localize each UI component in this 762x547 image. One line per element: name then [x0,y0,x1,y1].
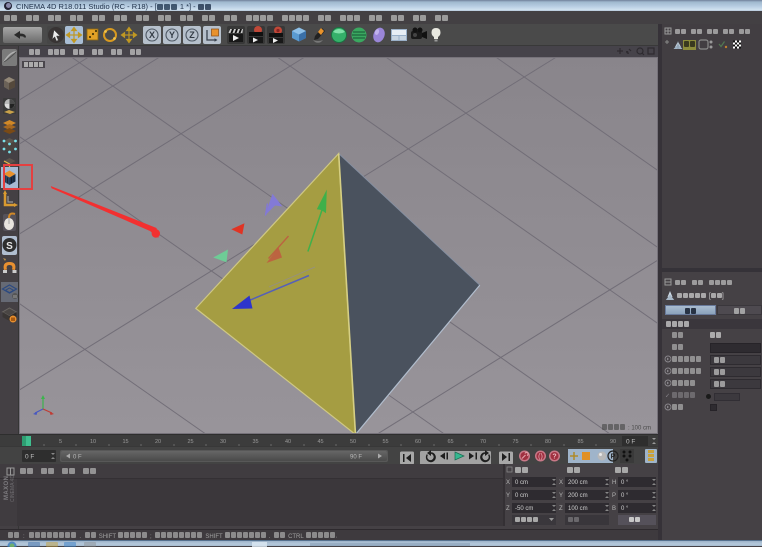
svg-text:0 °: 0 ° [621,506,629,512]
svg-text:90 F: 90 F [350,455,362,461]
svg-text:65: 65 [447,439,453,445]
svg-text:P: P [611,454,616,461]
svg-text:S: S [6,241,13,252]
svg-text:0 F: 0 F [73,455,82,461]
svg-text:0 °: 0 ° [621,493,629,499]
svg-text:15: 15 [122,439,128,445]
svg-text:0 °: 0 ° [621,480,629,486]
svg-text:40: 40 [285,439,291,445]
svg-text:0 cm: 0 cm [515,480,528,486]
svg-text:H: H [612,480,616,486]
svg-text:90: 90 [610,439,616,445]
svg-text:B: B [612,506,616,512]
svg-text:50: 50 [350,439,356,445]
svg-text:X: X [149,30,155,40]
svg-text:P: P [612,493,616,499]
svg-text:60: 60 [415,439,421,445]
svg-text:(): () [538,454,543,461]
svg-text:0 F: 0 F [25,454,34,461]
svg-text:Y: Y [559,493,563,499]
svg-text:-50 cm: -50 cm [515,506,533,512]
svg-text:75: 75 [512,439,518,445]
svg-text:70: 70 [480,439,486,445]
svg-text:X: X [559,480,563,486]
svg-text:Z: Z [506,506,510,512]
svg-text:80: 80 [545,439,551,445]
svg-text:35: 35 [252,439,258,445]
svg-text:0 F: 0 F [626,439,635,446]
svg-text:Y: Y [169,30,175,40]
svg-text:Y: Y [506,493,510,499]
svg-text:25: 25 [187,439,193,445]
svg-text:Z: Z [559,506,563,512]
svg-text:200 cm: 200 cm [568,493,588,499]
svg-text:X: X [506,480,510,486]
svg-text:200 cm: 200 cm [568,480,588,486]
svg-text:85: 85 [577,439,583,445]
svg-text:Z: Z [189,30,195,40]
svg-text:45: 45 [317,439,323,445]
svg-text:?: ? [552,454,556,461]
svg-text:55: 55 [382,439,388,445]
svg-text:30: 30 [220,439,226,445]
svg-text:100 cm: 100 cm [568,506,588,512]
svg-text:0 cm: 0 cm [515,493,528,499]
svg-text:20: 20 [155,439,161,445]
svg-text:10: 10 [90,439,96,445]
svg-text:5: 5 [59,439,62,445]
